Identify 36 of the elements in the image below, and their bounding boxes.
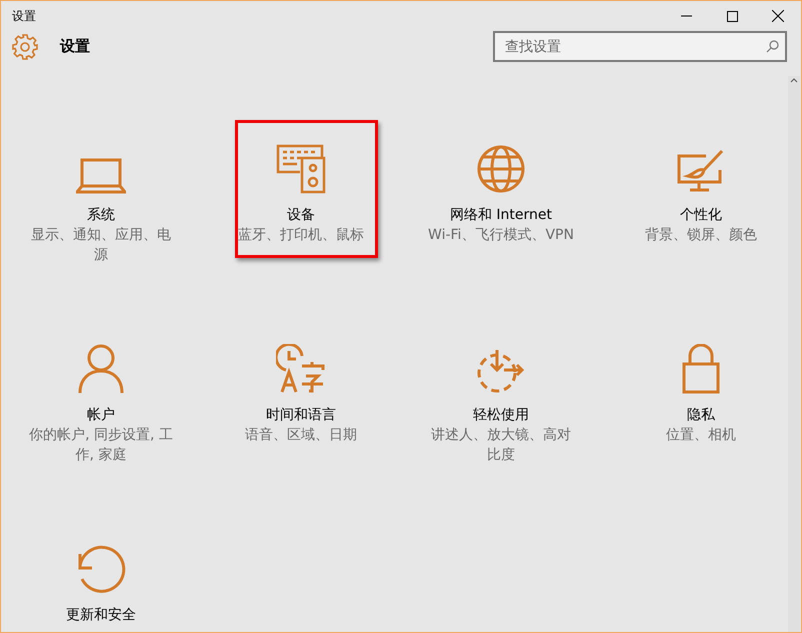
- laptop-icon: [76, 158, 126, 194]
- tile-title[interactable]: 隐私: [687, 406, 715, 424]
- monitor-brush-icon: [676, 148, 726, 194]
- clock-letters-icon: [276, 344, 326, 394]
- tile-subtitle: 位置、相机: [665, 426, 737, 445]
- window-title: 设置: [11, 8, 37, 24]
- keyboard-speaker-icon: [276, 144, 326, 194]
- scrollbar[interactable]: [788, 76, 800, 632]
- settings-icon: [12, 34, 38, 60]
- tile-subtitle: 显示、通知、应用、电源: [30, 226, 172, 265]
- search-field[interactable]: 查找设置: [493, 31, 787, 62]
- minimize-icon: [680, 15, 692, 17]
- maximize-icon: [726, 10, 738, 22]
- search-icon: [766, 40, 779, 53]
- person-icon: [78, 344, 124, 394]
- lock-icon: [681, 344, 721, 394]
- dashed-circle-arrow-icon: [476, 348, 526, 394]
- tile-title[interactable]: 网络和 Internet: [450, 206, 552, 224]
- tile-title[interactable]: 时间和语言: [266, 406, 336, 424]
- tile-title[interactable]: 个性化: [680, 206, 722, 224]
- tile-subtitle: Wi-Fi、飞行模式、VPN: [427, 226, 575, 245]
- tile-title[interactable]: 帐户: [87, 406, 115, 424]
- tile-subtitle: 讲述人、放大镜、高对比度: [430, 426, 572, 465]
- tile-subtitle: 你的帐户, 同步设置, 工作, 家庭: [28, 426, 174, 465]
- scroll-up-icon[interactable]: [790, 76, 798, 84]
- tile-title[interactable]: 更新和安全: [66, 606, 136, 624]
- tile-title[interactable]: 轻松使用: [473, 406, 529, 424]
- tile-subtitle: 蓝牙、打印机、鼠标: [237, 226, 365, 245]
- tile-subtitle: 背景、锁屏、颜色: [644, 226, 758, 245]
- globe-icon: [476, 144, 526, 194]
- tile-subtitle: 语音、区域、日期: [244, 426, 358, 445]
- tile-title[interactable]: 设备: [287, 206, 315, 224]
- tile-title[interactable]: 系统: [87, 206, 115, 224]
- close-icon: [772, 10, 784, 22]
- refresh-icon: [76, 544, 126, 594]
- page-title: 设置: [60, 37, 91, 56]
